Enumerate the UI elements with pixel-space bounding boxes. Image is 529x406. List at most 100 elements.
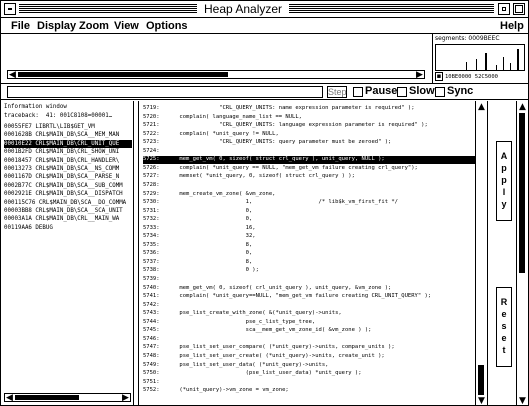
window-title: Heap Analyzer <box>197 2 290 16</box>
close-icon[interactable] <box>4 3 16 15</box>
source-line[interactable]: 5730: 1, /* lib$k_vm_first_fit */ <box>143 199 475 207</box>
line-number: 5742: <box>143 301 160 308</box>
traceback-row[interactable]: 000115C76 CRL$MAIN_DB\SCA__DO_COMMA <box>4 199 132 208</box>
source-line[interactable]: 5726: complain( *unit_query == NULL, "me… <box>143 165 475 173</box>
traceback-routine: CRL$MAIN_DB\CRL_SHOW_UNI <box>35 149 120 156</box>
line-number: 5721: <box>143 122 160 129</box>
traceback-row[interactable]: 00003BB8 CRL$MAIN_DB\SCA__SCA_UNIT <box>4 207 132 216</box>
source-line[interactable]: 5750: (pse_list_user_data) *unit_query )… <box>143 370 475 378</box>
line-number: 5744: <box>143 318 160 325</box>
line-number: 5735: <box>143 241 160 248</box>
traceback-row[interactable]: 0001B2FD CRL$MAIN_DB\CRL_SHOW_UNI <box>4 148 132 157</box>
traceback-row[interactable]: 0001167D CRL$MAIN_DB\SCA__PARSE_N <box>4 173 132 182</box>
source-line[interactable]: 5742: <box>143 302 475 310</box>
traceback-row[interactable]: 00003A1A CRL$MAIN_DB\CRL__MAIN_WA <box>4 215 132 224</box>
source-line[interactable]: 5721: "CRL_QUERY_UNITS: language express… <box>143 122 475 130</box>
arrow-down-icon[interactable]: ▼ <box>477 396 486 405</box>
traceback-row[interactable]: 00119AA6 DEBUG <box>4 224 132 233</box>
menu-help[interactable]: Help <box>500 19 524 34</box>
menu-file[interactable]: File <box>11 19 30 34</box>
source-line[interactable]: 5722: complain( *unit_query != NULL, <box>143 131 475 139</box>
source-line[interactable]: 5739: <box>143 276 475 284</box>
line-code: pse_list_set_user_compare( (*unit_query)… <box>166 344 395 351</box>
sync-checkbox[interactable] <box>435 87 445 97</box>
source-line[interactable]: 5731: 0, <box>143 208 475 216</box>
source-line[interactable]: 5732: 0, <box>143 216 475 224</box>
title-bar[interactable]: Heap Analyzer <box>1 1 528 18</box>
arrow-up-icon[interactable]: ▲ <box>477 102 486 112</box>
menu-display[interactable]: Display <box>37 19 76 34</box>
line-number: 5751: <box>143 378 160 385</box>
traceback-row[interactable]: 0001628B CRL$MAIN_DB\SCA__MEM_MAN <box>4 131 132 140</box>
source-line[interactable]: 5738: 0 ); <box>143 267 475 275</box>
scroll-thumb[interactable] <box>15 395 79 400</box>
sidebar-vscrollbar[interactable]: ▲ ▼ <box>516 101 528 405</box>
scroll-thumb[interactable] <box>18 72 228 77</box>
source-line[interactable]: 5752: (*unit_query)->vm_zone = vm_zone; <box>143 387 475 395</box>
maximize-icon[interactable] <box>513 3 525 15</box>
line-code: (*unit_query)->vm_zone = vm_zone; <box>166 387 289 394</box>
line-number: 5741: <box>143 293 160 300</box>
source-line[interactable]: 5719: "CRL_QUERY_UNITS: name expression … <box>143 105 475 113</box>
arrow-right-icon[interactable]: ▶ <box>415 70 424 80</box>
scroll-thumb[interactable] <box>519 113 525 273</box>
traceback-row[interactable]: 00010E22 CRL$MAIN_DB\CRL_UNIT_QUE <box>4 139 132 149</box>
source-vscrollbar[interactable]: ▲ ▼ <box>475 101 487 405</box>
source-line[interactable]: 5741: complain( *unit_query==NULL, "mem_… <box>143 293 475 301</box>
source-line[interactable]: 5747: pse_list_set_user_compare( (*unit_… <box>143 344 475 352</box>
memory-map-area[interactable] <box>1 34 431 70</box>
source-line[interactable]: 5729: mem_create_vm_zone( &vm_zone, <box>143 191 475 199</box>
source-line[interactable]: 5727: memset( *unit_query, 0, sizeof( st… <box>143 173 475 181</box>
menu-view[interactable]: View <box>114 19 139 34</box>
reset-button[interactable]: R e s e t <box>496 287 512 367</box>
traceback-row[interactable]: 0002B77C CRL$MAIN_DB\SCA__SUB_COMM <box>4 182 132 191</box>
minimize-icon[interactable] <box>498 3 510 15</box>
memory-map-hscrollbar[interactable]: ◀ ▶ <box>7 70 425 80</box>
source-line[interactable]: 5745: sca__mem_get_vm_zone_id( &vm_zone … <box>143 327 475 335</box>
source-line[interactable]: 5723: "CRL_QUERY_UNITS: query parameter … <box>143 139 475 147</box>
source-line[interactable]: 5743: pse_list_create_with_zone( &(*unit… <box>143 310 475 318</box>
command-input[interactable] <box>7 86 323 98</box>
slow-checkbox[interactable] <box>397 87 407 97</box>
source-line[interactable]: 5720: complain( language_name_list == NU… <box>143 114 475 122</box>
traceback-row[interactable]: 00018457 CRL$MAIN_DB\CRL_HANDLER\ <box>4 157 132 166</box>
apply-button[interactable]: A p p l y <box>496 141 512 221</box>
line-code: pse_list_create_with_zone( &(*unit_query… <box>166 310 342 317</box>
source-line[interactable]: 5734: 32, <box>143 233 475 241</box>
menu-zoom[interactable]: Zoom <box>79 19 109 34</box>
source-line[interactable]: 5748: pse_list_set_user_create( (*unit_q… <box>143 353 475 361</box>
source-line[interactable]: 5735: 8, <box>143 242 475 250</box>
arrow-up-icon[interactable]: ▲ <box>518 102 527 112</box>
traceback-routine: CRL$MAIN_DB\SCA__PARSE_N <box>35 174 120 181</box>
arrow-left-icon[interactable]: ◀ <box>8 70 17 80</box>
source-line[interactable]: 5725: mem_get_vm( 0, sizeof( struct crl_… <box>143 156 475 165</box>
zoom-box[interactable]: ▪ <box>435 72 443 81</box>
arrow-left-icon[interactable]: ◀ <box>5 393 14 403</box>
step-button[interactable]: Step <box>327 86 347 98</box>
arrow-right-icon[interactable]: ▶ <box>121 393 130 403</box>
source-line[interactable]: 5733: 16, <box>143 225 475 233</box>
source-line[interactable]: 5736: 0, <box>143 250 475 258</box>
menu-options[interactable]: Options <box>146 19 188 34</box>
source-line[interactable]: 5746: <box>143 336 475 344</box>
line-number: 5726: <box>143 164 160 171</box>
traceback-row[interactable]: 00055FE7 LIBRTL\LIB$GET_VM <box>4 123 132 132</box>
info-header: Information window <box>4 104 67 110</box>
info-hscrollbar[interactable]: ◀ ▶ <box>4 393 131 403</box>
segments-graph[interactable] <box>435 44 525 71</box>
source-line[interactable]: 5724: <box>143 148 475 156</box>
source-line[interactable]: 5751: <box>143 379 475 387</box>
scroll-thumb[interactable] <box>478 365 484 395</box>
traceback-row[interactable]: 0002921E CRL$MAIN_DB\SCA__DISPATCH <box>4 190 132 199</box>
source-line[interactable]: 5728: <box>143 182 475 190</box>
line-code: "CRL_QUERY_UNITS: language expression pa… <box>166 122 428 129</box>
arrow-down-icon[interactable]: ▼ <box>518 396 527 405</box>
source-line[interactable]: 5749: pse_list_set_user_data( (*unit_que… <box>143 362 475 370</box>
source-line[interactable]: 5740: mem_get_vm( 0, sizeof( crl_unit_qu… <box>143 285 475 293</box>
traceback-row[interactable]: 00013273 CRL$MAIN_DB\SCA__NS_COMM <box>4 165 132 174</box>
pause-checkbox[interactable] <box>353 87 363 97</box>
line-code: memset( *unit_query, 0, sizeof( struct c… <box>166 173 355 180</box>
source-line[interactable]: 5744: pse_c_list_type_tree, <box>143 319 475 327</box>
source-line[interactable]: 5737: 8, <box>143 259 475 267</box>
traceback-routine: LIBRTL\LIB$GET_VM <box>35 124 95 130</box>
